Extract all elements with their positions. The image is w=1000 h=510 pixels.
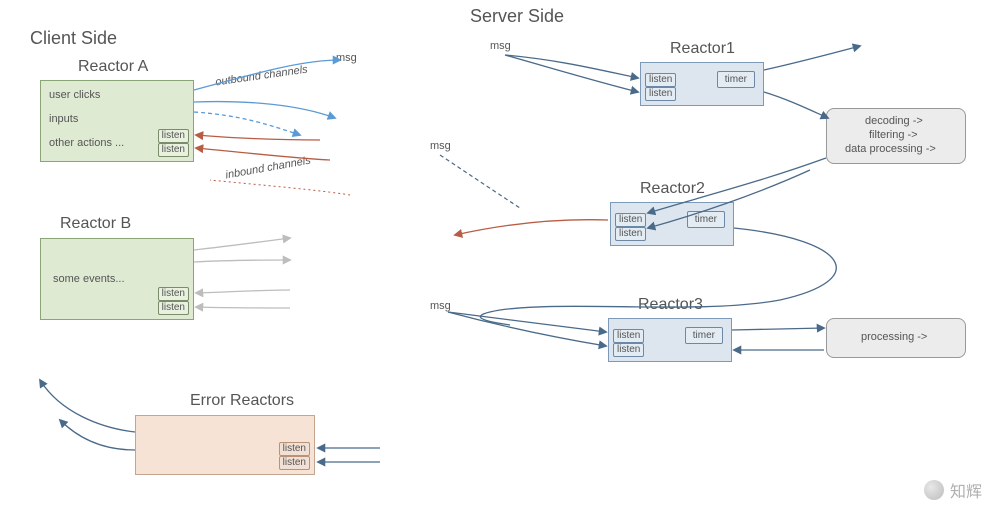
reactor2-listen-1: listen	[615, 213, 646, 227]
reactor2-label: Reactor2	[640, 180, 705, 198]
error-listen-2: listen	[279, 456, 310, 470]
reactor3-label: Reactor3	[638, 296, 703, 314]
section-server-title: Server Side	[470, 6, 564, 27]
reactor1-box: listen listen timer	[640, 62, 764, 106]
reactor1-msg-label: msg	[490, 40, 511, 52]
pipeline1-line2: filtering ->	[869, 129, 918, 141]
reactor-a-event-1: user clicks	[49, 89, 100, 101]
pipeline2-line1: processing ->	[861, 331, 927, 343]
reactor1-listen-2: listen	[645, 87, 676, 101]
watermark-text: 知辉	[950, 478, 982, 502]
reactor-a-event-3: other actions ...	[49, 137, 124, 149]
reactor-b-label: Reactor B	[60, 215, 131, 233]
reactor-b-box: some events... listen listen	[40, 238, 194, 320]
reactor-a-listen-2: listen	[158, 143, 189, 157]
outbound-channels-label: outbound channels	[215, 64, 309, 89]
reactor-b-listen-2: listen	[158, 301, 189, 315]
reactor3-box: listen listen timer	[608, 318, 732, 362]
reactor2-timer: timer	[687, 211, 725, 228]
reactor1-label: Reactor1	[670, 40, 735, 58]
reactor-b-event: some events...	[53, 273, 125, 285]
pipeline1-line1: decoding ->	[865, 115, 923, 127]
reactor3-listen-1: listen	[613, 329, 644, 343]
reactor-a-listen-1: listen	[158, 129, 189, 143]
section-client-title: Client Side	[30, 28, 117, 49]
reactor2-listen-2: listen	[615, 227, 646, 241]
pipeline2-box: processing ->	[826, 318, 966, 358]
reactor2-msg-label: msg	[430, 140, 451, 152]
reactor1-timer: timer	[717, 71, 755, 88]
pipeline1-box: decoding -> filtering -> data processing…	[826, 108, 966, 164]
reactor-a-msg-label: msg	[336, 52, 357, 64]
pipeline1-line3: data processing ->	[845, 143, 936, 155]
error-listen-1: listen	[279, 442, 310, 456]
reactor3-timer: timer	[685, 327, 723, 344]
reactor3-listen-2: listen	[613, 343, 644, 357]
inbound-channels-label: inbound channels	[225, 155, 312, 182]
watermark-icon	[924, 480, 944, 500]
reactor-a-event-2: inputs	[49, 113, 78, 125]
reactor2-box: listen listen timer	[610, 202, 734, 246]
reactor3-msg-label: msg	[430, 300, 451, 312]
reactor-a-box: user clicks inputs other actions ... lis…	[40, 80, 194, 162]
reactor-a-label: Reactor A	[78, 58, 148, 76]
watermark: 知辉	[924, 478, 982, 502]
reactor-b-listen-1: listen	[158, 287, 189, 301]
reactor1-listen-1: listen	[645, 73, 676, 87]
error-reactors-box: listen listen	[135, 415, 315, 475]
error-reactors-label: Error Reactors	[190, 392, 294, 410]
